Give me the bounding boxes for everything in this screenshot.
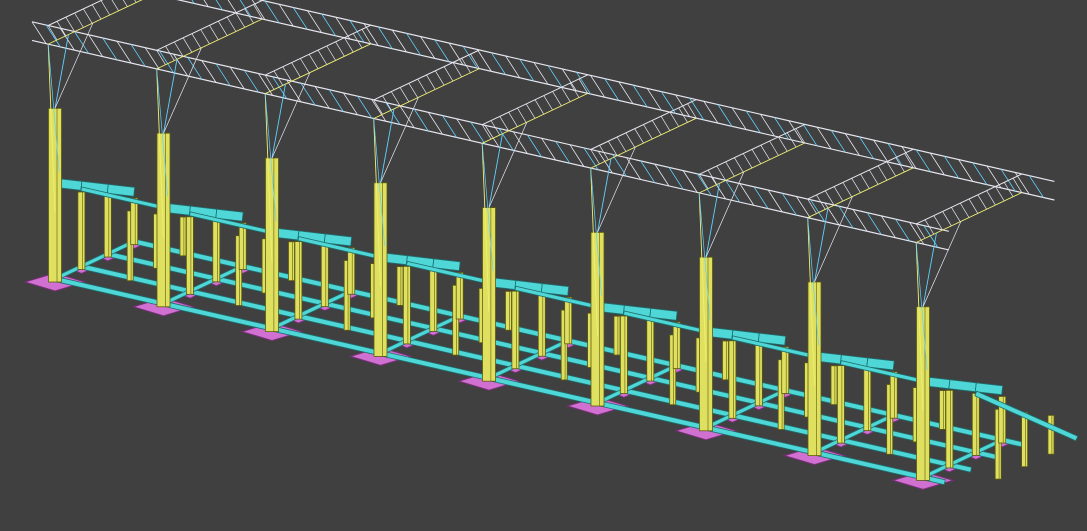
secondary-column	[754, 343, 763, 407]
secondary-column	[238, 222, 247, 270]
secondary-column	[185, 216, 194, 295]
secondary-column	[646, 318, 655, 382]
secondary-column	[130, 197, 139, 246]
main-column	[373, 182, 388, 357]
secondary-column	[212, 219, 221, 283]
secondary-column	[613, 315, 621, 356]
secondary-column	[103, 194, 112, 258]
secondary-column	[511, 290, 520, 370]
secondary-column	[347, 247, 356, 295]
secondary-column	[505, 290, 512, 331]
main-column	[916, 306, 930, 481]
secondary-column	[1021, 411, 1028, 468]
secondary-column	[837, 365, 845, 444]
secondary-column	[945, 389, 954, 469]
secondary-column	[728, 340, 737, 419]
secondary-column	[1047, 414, 1055, 455]
secondary-column	[672, 321, 681, 370]
secondary-column	[620, 315, 628, 394]
main-column	[156, 132, 171, 308]
main-column	[807, 281, 822, 457]
secondary-column	[537, 293, 546, 357]
secondary-column	[179, 216, 187, 257]
secondary-column	[455, 272, 464, 320]
secondary-column	[429, 268, 438, 332]
main-column	[48, 108, 62, 283]
secondary-column	[396, 266, 404, 306]
secondary-column	[939, 390, 946, 430]
secondary-column	[320, 244, 329, 308]
main-column	[699, 256, 713, 432]
main-column	[482, 207, 496, 382]
main-column	[590, 231, 605, 407]
secondary-column	[889, 371, 898, 419]
secondary-column	[781, 346, 790, 394]
structural-model-viewport[interactable]	[0, 0, 1087, 531]
secondary-column	[722, 340, 729, 381]
secondary-column	[294, 241, 303, 320]
secondary-column	[77, 191, 86, 270]
secondary-column	[863, 368, 872, 432]
secondary-column	[564, 296, 573, 345]
secondary-column	[830, 365, 838, 405]
secondary-column	[288, 241, 295, 282]
secondary-column	[971, 392, 980, 456]
secondary-column	[402, 265, 411, 345]
main-column	[265, 157, 279, 333]
